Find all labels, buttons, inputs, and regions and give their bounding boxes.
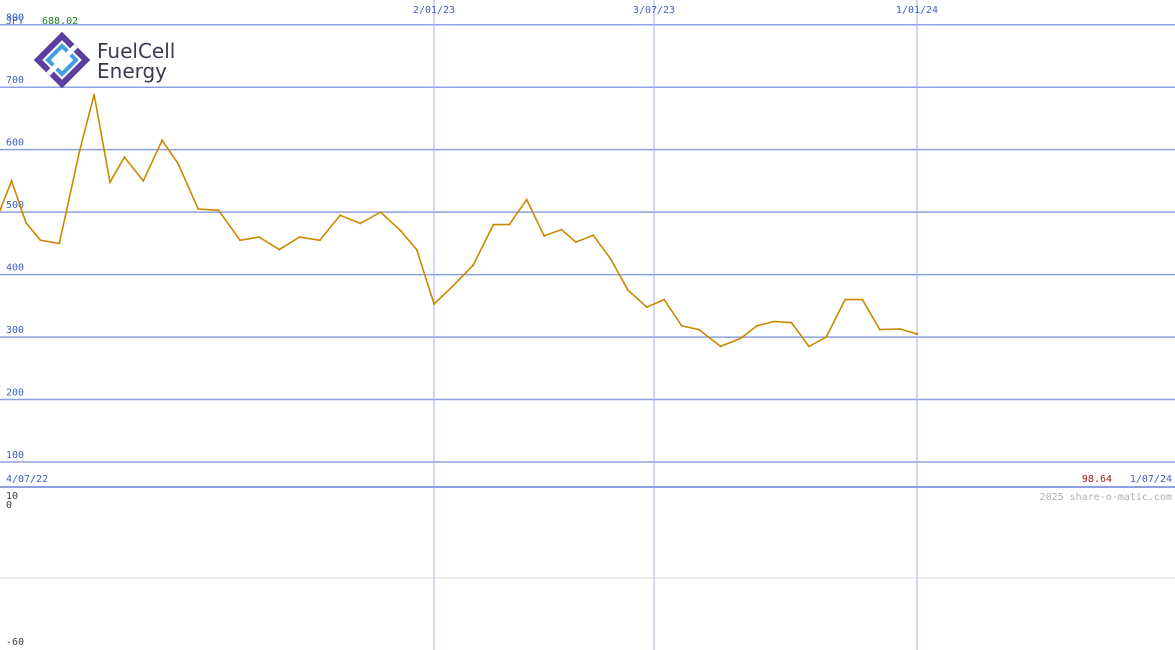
price-point (508, 223, 511, 226)
x-tick-label: 3/07/23 (633, 5, 675, 16)
price-point (359, 222, 362, 225)
logo: FuelCell Energy (33, 31, 175, 89)
price-point (844, 298, 847, 301)
price-point (697, 328, 700, 331)
price-point (645, 306, 648, 309)
y-tick-label: 400 (6, 263, 24, 274)
price-point (39, 239, 42, 242)
price-point (399, 229, 402, 232)
currency-label: JPY (6, 16, 24, 27)
price-point (109, 181, 111, 184)
price-point (719, 345, 722, 348)
price-point (492, 223, 495, 226)
price-point (278, 248, 281, 251)
price-point (680, 324, 683, 327)
price-point (790, 321, 793, 324)
price-point (197, 208, 200, 210)
fuelcell-logo-icon (33, 31, 91, 89)
price-point (663, 298, 666, 301)
y-tick-label: 600 (6, 138, 24, 149)
price-point (574, 241, 577, 244)
price-point (177, 162, 179, 165)
price-point (807, 345, 810, 348)
start-date-label: 4/07/22 (6, 474, 48, 485)
price-point (78, 149, 81, 152)
price-point (93, 93, 96, 96)
price-point (755, 324, 758, 327)
price-point (433, 303, 436, 305)
price-point (543, 234, 546, 237)
osc-tick-label: 0 (6, 500, 12, 511)
price-point (899, 328, 902, 330)
price-point (10, 179, 13, 182)
price-point (525, 198, 528, 201)
price-point (451, 284, 454, 287)
price-point (739, 337, 742, 340)
min-value-label: 98.64 (1082, 474, 1112, 485)
price-point (861, 298, 864, 301)
x-tick-label: 1/01/24 (896, 5, 938, 16)
end-date-label: 1/07/24 (1130, 474, 1172, 485)
price-point (217, 209, 220, 212)
price-point (878, 328, 881, 331)
osc-tick-label: -60 (6, 637, 24, 648)
price-point (298, 236, 301, 239)
price-point (560, 228, 563, 231)
price-point (123, 156, 126, 159)
price-point (609, 258, 612, 260)
price-point (773, 320, 776, 323)
stock-chart: 1002003004005006007008002/01/23 3/07/23 1/… (0, 0, 1175, 650)
price-point (239, 239, 242, 242)
y-tick-label: 700 (6, 75, 24, 86)
price-point (318, 239, 321, 242)
price-point (379, 211, 382, 214)
y-tick-label: 300 (6, 325, 24, 336)
price-point (592, 234, 595, 237)
price-point (915, 333, 917, 335)
price-point (258, 236, 260, 239)
price-point (825, 336, 828, 339)
price-series-line (0, 94, 918, 348)
x-tick-label: 2/01/23 (413, 5, 455, 16)
price-point (25, 221, 27, 224)
logo-line2: Energy (97, 59, 167, 83)
max-value-label: 688.02 (42, 16, 78, 27)
y-tick-label: 100 (6, 450, 24, 461)
price-point (161, 139, 164, 142)
price-point (627, 289, 629, 292)
price-point (415, 248, 418, 251)
y-tick-label: 200 (6, 388, 24, 399)
watermark: 2025 share-o-matic.com (1040, 492, 1172, 503)
price-point (58, 242, 61, 245)
price-point (339, 214, 342, 217)
price-point (142, 179, 145, 182)
price-point (472, 264, 475, 267)
